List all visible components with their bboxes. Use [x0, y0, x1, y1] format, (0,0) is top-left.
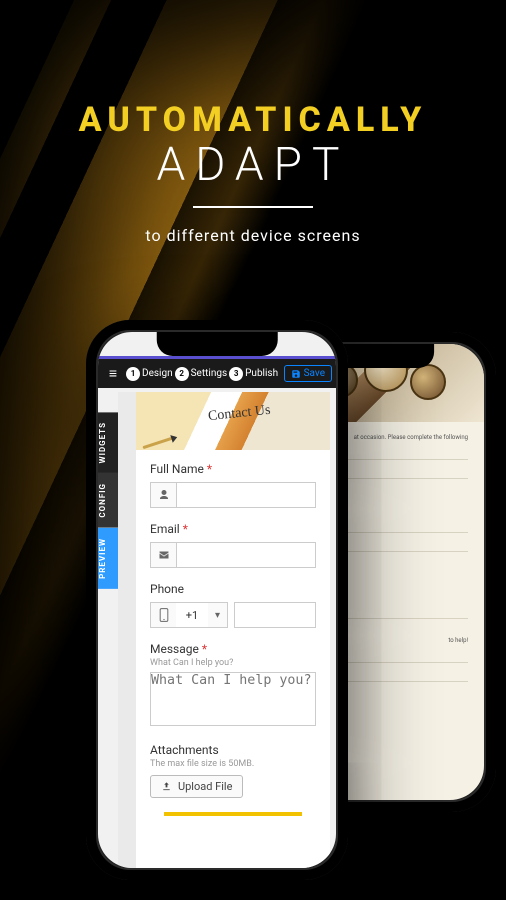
form-canvas: Contact Us Full Name* Email*	[136, 392, 330, 868]
email-label: Email*	[150, 522, 188, 536]
accent-bar	[164, 812, 302, 816]
step-design[interactable]: 1 Design	[126, 367, 173, 381]
phone-country-code[interactable]: +1	[176, 602, 208, 628]
field-attachments: Attachments The max file size is 50MB. U…	[150, 743, 316, 798]
step-publish[interactable]: 3 Publish	[229, 367, 278, 381]
hero-script-text: Contact Us	[207, 403, 271, 425]
save-icon	[291, 369, 301, 379]
attachments-label: Attachments	[150, 743, 219, 757]
tab-preview[interactable]: PREVIEW	[98, 528, 118, 589]
headline-sub: to different device screens	[0, 226, 506, 245]
chevron-down-icon[interactable]: ▾	[208, 602, 228, 628]
phone-mockup-front: ≡ 1 Design 2 Settings 3 Publish Save WID…	[86, 320, 348, 880]
tab-config[interactable]: CONFIG	[98, 473, 118, 528]
upload-icon	[161, 781, 172, 792]
phone-notch	[157, 332, 278, 356]
email-input[interactable]	[176, 542, 316, 568]
step-label: Design	[142, 368, 173, 379]
field-email: Email*	[150, 522, 316, 568]
step-label: Settings	[191, 368, 228, 379]
person-icon	[150, 482, 176, 508]
builder-topbar: ≡ 1 Design 2 Settings 3 Publish Save	[98, 356, 336, 388]
upload-file-button[interactable]: Upload File	[150, 775, 243, 798]
field-phone: Phone +1 ▾	[150, 582, 316, 628]
form-hero-image: Contact Us	[136, 392, 330, 450]
hamburger-menu-icon[interactable]: ≡	[102, 365, 124, 382]
headline-line1: AUTOMATICALLY	[0, 100, 506, 140]
envelope-icon	[150, 542, 176, 568]
message-label: Message*	[150, 642, 207, 656]
pencil-icon	[142, 436, 175, 449]
field-full-name: Full Name*	[150, 462, 316, 508]
phone-device-icon	[150, 602, 176, 628]
side-tabs: WIDGETS CONFIG PREVIEW	[98, 412, 118, 589]
field-message: Message* What Can I help you?	[150, 642, 316, 729]
full-name-input[interactable]	[176, 482, 316, 508]
phone-label: Phone	[150, 582, 184, 596]
canvas-gutter	[118, 392, 136, 868]
phone-input[interactable]	[234, 602, 316, 628]
headline-divider	[193, 206, 313, 208]
tab-widgets[interactable]: WIDGETS	[98, 412, 118, 473]
headline: AUTOMATICALLY ADAPT to different device …	[0, 0, 506, 245]
step-settings[interactable]: 2 Settings	[175, 367, 228, 381]
message-textarea[interactable]	[150, 672, 316, 726]
save-button[interactable]: Save	[284, 365, 332, 382]
headline-line2: ADAPT	[0, 138, 506, 192]
front-screen: ≡ 1 Design 2 Settings 3 Publish Save WID…	[98, 332, 336, 868]
step-label: Publish	[245, 368, 278, 379]
full-name-label: Full Name*	[150, 462, 212, 476]
message-placeholder-hint: What Can I help you?	[150, 658, 316, 668]
attachments-hint: The max file size is 50MB.	[150, 759, 316, 769]
